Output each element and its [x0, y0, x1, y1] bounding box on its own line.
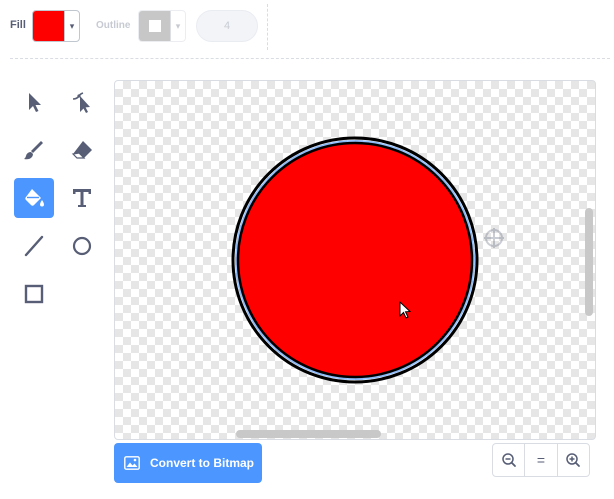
- rectangle-tool-button[interactable]: [14, 274, 54, 314]
- chevron-down-icon[interactable]: ▾: [171, 11, 185, 41]
- paint-bucket-icon: [25, 189, 44, 207]
- horizontal-scrollbar[interactable]: [236, 430, 381, 438]
- canvas-drawing[interactable]: [115, 81, 596, 440]
- line-tool-button[interactable]: [14, 226, 54, 266]
- circle-shape[interactable]: [236, 141, 474, 379]
- circle-icon: [72, 236, 92, 256]
- eraser-icon: [71, 141, 92, 159]
- circle-tool-button[interactable]: [62, 226, 102, 266]
- select-tool-button[interactable]: [14, 82, 54, 122]
- fill-color-picker[interactable]: ▾: [32, 10, 80, 42]
- toolbar-divider: [10, 58, 610, 59]
- image-icon: [124, 456, 140, 470]
- zoom-in-icon: [566, 453, 581, 467]
- outline-color-picker[interactable]: ▾: [138, 10, 186, 42]
- outline-label: Outline: [96, 20, 131, 31]
- zoom-out-icon: [501, 453, 516, 467]
- outline-width-input[interactable]: 4: [196, 10, 258, 42]
- convert-to-bitmap-label: Convert to Bitmap: [150, 456, 255, 470]
- vertical-scrollbar[interactable]: [585, 208, 593, 316]
- toolbar-divider: [267, 4, 268, 50]
- zoom-in-button[interactable]: [558, 444, 589, 476]
- zoom-reset-button[interactable]: =: [525, 444, 558, 476]
- paint-canvas[interactable]: [114, 80, 596, 440]
- text-tool-button[interactable]: [62, 178, 102, 218]
- rectangle-icon: [24, 284, 44, 304]
- convert-to-bitmap-button[interactable]: Convert to Bitmap: [114, 443, 262, 483]
- line-icon: [24, 235, 44, 257]
- outline-color-swatch[interactable]: [139, 11, 171, 41]
- fill-tool-button[interactable]: [14, 178, 54, 218]
- text-t-icon: [73, 189, 91, 207]
- rotation-center-icon: [484, 228, 504, 248]
- chevron-down-icon[interactable]: ▾: [65, 11, 79, 41]
- eraser-tool-button[interactable]: [62, 130, 102, 170]
- arrow-pointer-icon: [29, 93, 41, 112]
- zoom-controls: =: [492, 443, 590, 477]
- brush-icon: [24, 141, 43, 160]
- reshape-tool-button[interactable]: [62, 82, 102, 122]
- fill-label: Fill: [10, 19, 26, 31]
- zoom-out-button[interactable]: [493, 444, 526, 476]
- reshape-pointer-icon: [72, 92, 90, 113]
- fill-color-swatch[interactable]: [33, 11, 65, 41]
- brush-tool-button[interactable]: [14, 130, 54, 170]
